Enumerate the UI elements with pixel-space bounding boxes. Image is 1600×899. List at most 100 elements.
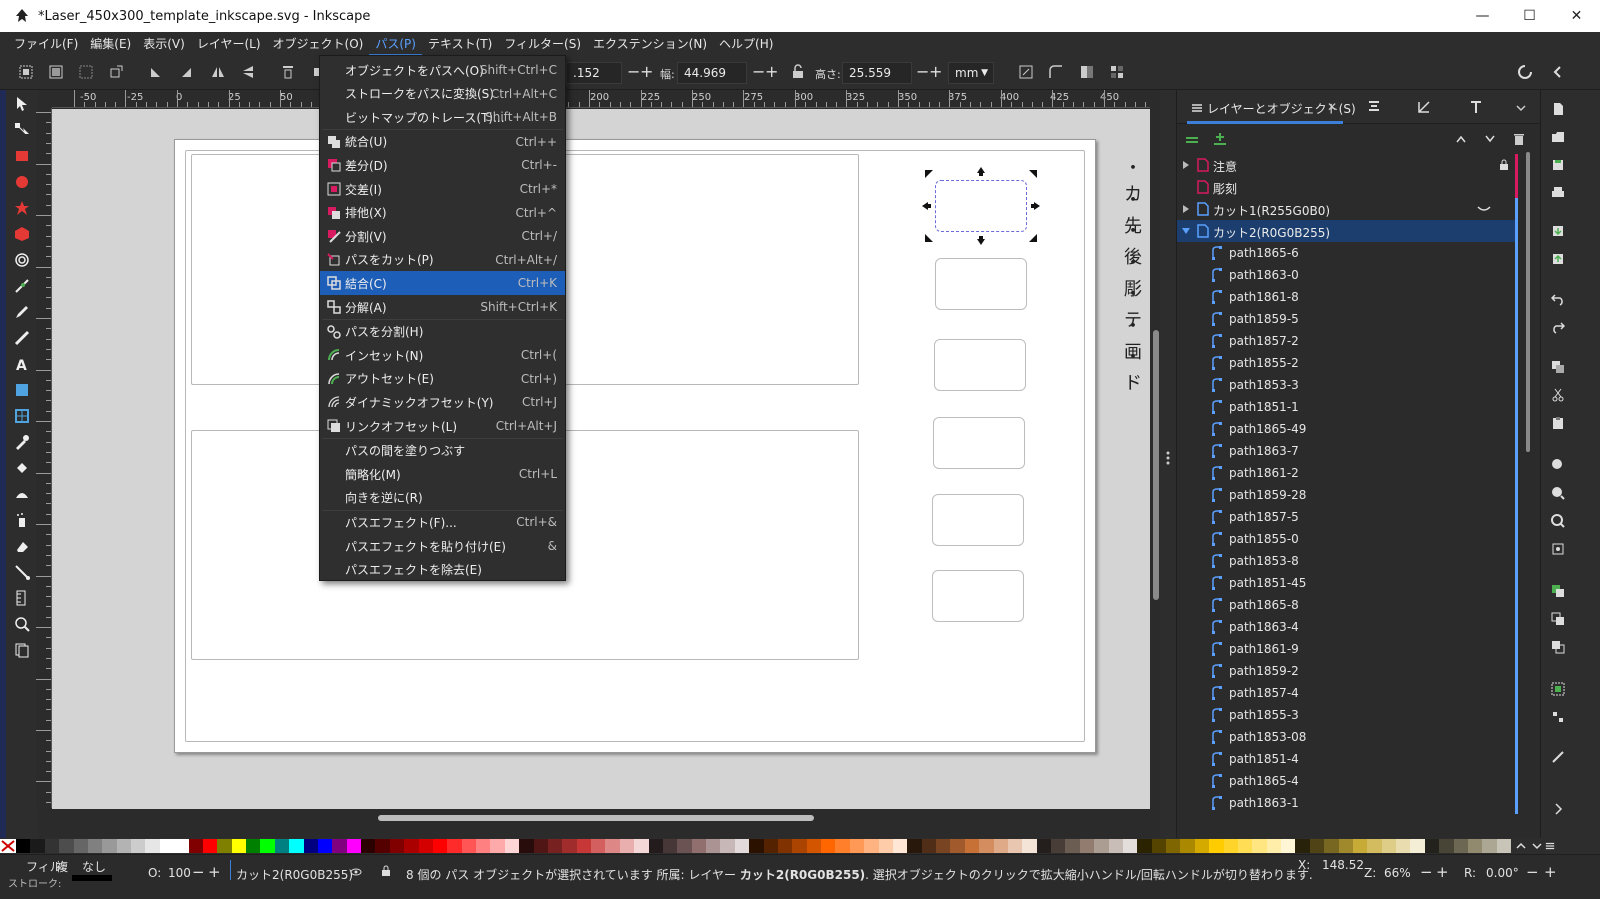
close-tab-icon[interactable]: ✕	[1327, 100, 1337, 114]
palette-swatch[interactable]	[734, 839, 750, 853]
ungroup-icon[interactable]	[1551, 710, 1565, 724]
path-row[interactable]: path1857-5	[1177, 506, 1518, 528]
flip-horizontal-icon[interactable]	[210, 64, 226, 80]
opacity-decrement-button[interactable]: −	[192, 863, 205, 881]
rounded-box-3[interactable]	[934, 339, 1026, 391]
no-paint-swatch[interactable]	[0, 839, 16, 853]
palette-swatch[interactable]	[1007, 839, 1023, 853]
path-row[interactable]: path1861-9	[1177, 638, 1518, 660]
palette-swatch[interactable]	[648, 839, 663, 853]
path-row[interactable]: path1853-08	[1177, 726, 1518, 748]
scale-stroke-icon[interactable]	[1018, 64, 1034, 80]
palette-swatch[interactable]	[1324, 839, 1339, 853]
copy-icon[interactable]	[1551, 360, 1565, 374]
layer-row[interactable]: カット1(R255G0B0)	[1177, 198, 1518, 220]
palette-swatch[interactable]	[16, 839, 31, 853]
open-document-icon[interactable]	[1551, 130, 1565, 144]
palette-swatch[interactable]	[102, 839, 117, 853]
x-decrement-button[interactable]: −	[627, 64, 640, 80]
chevron-left-icon[interactable]	[1550, 64, 1566, 80]
palette-swatch[interactable]	[59, 839, 74, 853]
palette-swatch[interactable]	[1424, 839, 1440, 853]
paint-bucket-tool-icon[interactable]	[14, 460, 30, 476]
path-menu-item-5[interactable]: 交差(I) Ctrl+*	[320, 177, 565, 201]
chevron-down-icon[interactable]	[1515, 102, 1527, 114]
print-icon[interactable]	[1551, 186, 1565, 200]
redo-icon[interactable]	[1551, 320, 1565, 334]
rotate-ccw-icon[interactable]	[148, 64, 164, 80]
palette-swatch[interactable]	[979, 839, 994, 853]
bullet-line[interactable]: ・ド	[1124, 343, 1150, 395]
mesh-tool-icon[interactable]	[14, 408, 30, 424]
palette-swatch[interactable]	[303, 839, 318, 853]
move-up-icon[interactable]	[1455, 134, 1467, 144]
palette-swatch[interactable]	[1309, 839, 1325, 853]
star-tool-icon[interactable]	[14, 200, 30, 216]
path-row[interactable]: path1855-2	[1177, 352, 1518, 374]
path-menu-item-3[interactable]: 統合(U) Ctrl++	[320, 130, 565, 154]
menu-icon[interactable]	[1545, 840, 1555, 852]
palette-swatch[interactable]	[821, 839, 836, 853]
palette-swatch[interactable]	[404, 839, 419, 853]
palette-swatch[interactable]	[605, 839, 620, 853]
palette-swatch[interactable]	[332, 839, 347, 853]
zoom-in-button[interactable]: +	[1436, 863, 1449, 881]
path-row[interactable]: path1865-6	[1177, 242, 1518, 264]
palette-swatch[interactable]	[44, 839, 60, 853]
horizontal-scrollbar[interactable]	[378, 815, 814, 821]
calligraphy-tool-icon[interactable]	[14, 330, 30, 346]
select-all-icon[interactable]	[18, 64, 34, 80]
menu-9[interactable]: ヘルプ(H)	[713, 32, 779, 56]
x-coordinate-field[interactable]: .152	[566, 62, 622, 84]
layer-row[interactable]: 彫刻	[1177, 176, 1518, 198]
new-document-icon[interactable]	[1551, 102, 1565, 116]
path-row[interactable]: path1863-0	[1177, 264, 1518, 286]
height-field[interactable]: 25.559	[842, 62, 912, 84]
path-menu-item-15[interactable]: リンクオフセット(L) Ctrl+Alt+J	[320, 414, 565, 438]
palette-swatch[interactable]	[1094, 839, 1109, 853]
chevron-right-icon[interactable]	[1181, 160, 1191, 170]
palette-swatch[interactable]	[1439, 839, 1454, 853]
selection-handles[interactable]	[921, 166, 1041, 246]
stroke-value[interactable]: なし	[82, 858, 106, 875]
export-icon[interactable]	[1551, 252, 1565, 266]
palette-swatch[interactable]	[1252, 839, 1267, 853]
palette-swatch[interactable]	[274, 839, 290, 853]
zoom-width-icon[interactable]	[1551, 542, 1565, 556]
import-icon[interactable]	[1551, 224, 1565, 238]
vertical-scrollbar[interactable]	[1153, 330, 1159, 600]
palette-swatch[interactable]	[1467, 839, 1483, 853]
palette-swatch[interactable]	[1453, 839, 1468, 853]
palette-swatch[interactable]	[662, 839, 678, 853]
palette-swatch[interactable]	[1108, 839, 1123, 853]
path-menu-item-13[interactable]: アウトセット(E) Ctrl+)	[320, 367, 565, 391]
zoom-page-icon[interactable]	[1551, 514, 1565, 528]
rotate-cw-icon[interactable]	[178, 64, 194, 80]
palette-swatch[interactable]	[1051, 839, 1066, 853]
eye-hidden-icon[interactable]	[1477, 204, 1491, 214]
menu-8[interactable]: エクステンション(N)	[587, 32, 713, 56]
palette-swatch[interactable]	[892, 839, 908, 853]
rotate-90-icon[interactable]	[108, 64, 124, 80]
palette-swatch[interactable]	[1036, 839, 1051, 853]
path-row[interactable]: path1851-45	[1177, 572, 1518, 594]
path-row[interactable]: path1865-4	[1177, 770, 1518, 792]
palette-swatch[interactable]	[461, 839, 476, 853]
flip-vertical-icon[interactable]	[240, 64, 256, 80]
palette-swatch[interactable]	[706, 839, 721, 853]
menu-4[interactable]: オブジェクト(O)	[267, 32, 370, 56]
palette-swatch[interactable]	[964, 839, 980, 853]
palette-swatch[interactable]	[246, 839, 261, 853]
palette-swatch[interactable]	[87, 839, 103, 853]
ellipse-tool-icon[interactable]	[14, 174, 30, 190]
chevron-right-icon[interactable]	[1551, 802, 1565, 816]
palette-swatch[interactable]	[375, 839, 390, 853]
path-row[interactable]: path1857-2	[1177, 330, 1518, 352]
path-row[interactable]: path1861-8	[1177, 286, 1518, 308]
palette-swatch[interactable]	[677, 839, 692, 853]
palette-swatch[interactable]	[432, 839, 448, 853]
palette-swatch[interactable]	[576, 839, 591, 853]
palette-swatch[interactable]	[1079, 839, 1095, 853]
width-decrement-button[interactable]: −	[752, 64, 765, 80]
width-field[interactable]: 44.969	[677, 62, 747, 84]
